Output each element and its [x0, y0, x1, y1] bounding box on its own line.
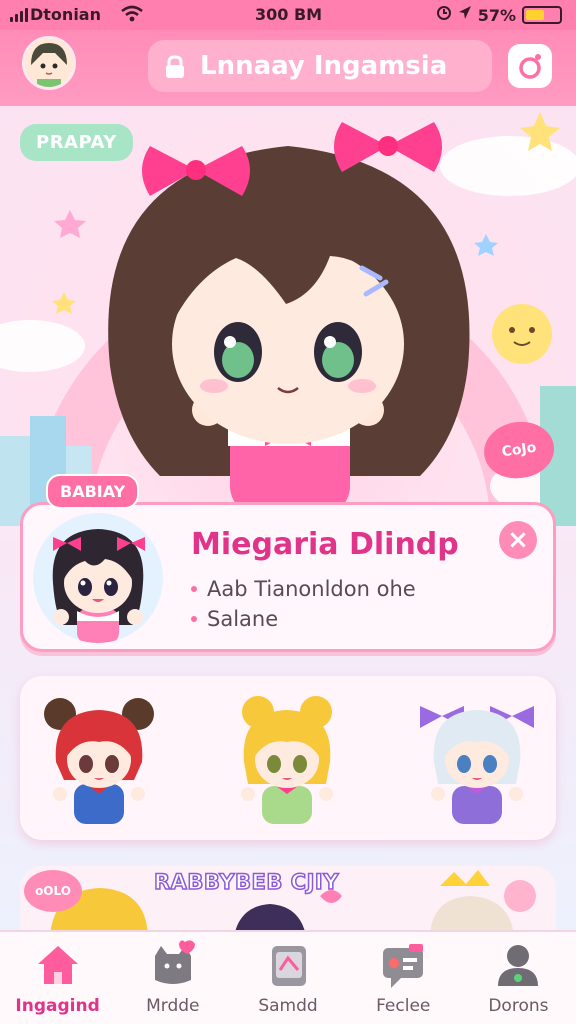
app-header: Lnnaay Ingamsia [0, 30, 576, 106]
avatar[interactable] [22, 36, 76, 90]
camera-button[interactable] [508, 44, 552, 88]
bottom-nav: Ingagind Mrdde Samdd Feclee Dorons [0, 930, 576, 1024]
home-icon [34, 940, 82, 990]
battery-fill [526, 10, 544, 20]
friend-blonde-bun[interactable] [222, 682, 352, 832]
profile-icon [494, 940, 542, 990]
friend-red-bear-ears[interactable] [34, 682, 164, 832]
profile-name: Miegaria Dlindp [191, 527, 459, 562]
featured-strip[interactable]: oOLO RABBYBEB CJIY [20, 866, 556, 936]
nav-item-middle[interactable]: Mrdde [115, 932, 230, 1024]
battery-icon [522, 6, 562, 24]
search-bar[interactable]: Lnnaay Ingamsia [148, 40, 492, 92]
profile-tag: BABIAY [46, 474, 140, 509]
nav-label: Mrdde [146, 996, 200, 1016]
profile-avatar [33, 513, 163, 643]
nav-label: Dorons [488, 996, 549, 1016]
nav-label: Samdd [258, 996, 318, 1016]
search-text: Lnnaay Ingamsia [200, 51, 448, 81]
nav-item-saved[interactable]: Samdd [230, 932, 345, 1024]
camera-icon [519, 54, 541, 79]
strip-title: RABBYBEB CJIY [153, 869, 339, 895]
hero-banner: PRAPAY CoJo [0, 106, 576, 526]
strip-chip[interactable]: oOLO [24, 870, 82, 912]
nav-item-feed[interactable]: Feclee [346, 932, 461, 1024]
wifi-icon [120, 4, 144, 28]
nav-label: Feclee [376, 996, 431, 1016]
profile-card[interactable]: Miegaria Dlindp Aab Tianonldon ohe Salan… [20, 502, 556, 652]
nav-item-home[interactable]: Ingagind [0, 932, 115, 1024]
chibi-girl-icon [52, 529, 145, 643]
profile-details: Aab Tianonldon ohe Salane [191, 577, 416, 637]
nav-label: Ingagind [15, 996, 100, 1016]
profile-detail-line: Aab Tianonldon ohe [191, 577, 416, 601]
friends-card [20, 676, 556, 840]
alarm-icon [436, 5, 452, 25]
friend-silver-purple-bow[interactable] [412, 682, 542, 832]
status-bar: Dtonian 300 BM 57% [0, 0, 576, 30]
hero-tag[interactable]: PRAPAY [20, 124, 133, 161]
nav-item-profile[interactable]: Dorons [461, 932, 576, 1024]
close-button[interactable]: × [499, 521, 537, 559]
cat-icon [149, 940, 197, 990]
card-icon [264, 940, 312, 990]
location-icon [458, 5, 472, 25]
carrier-name: Dtonian [30, 5, 101, 24]
profile-detail-line: Salane [191, 607, 416, 631]
signal-icon [10, 8, 28, 22]
chat-icon [379, 940, 427, 990]
clock-time: 300 BM [255, 5, 323, 24]
lock-icon [164, 55, 186, 78]
avatar-icon [25, 39, 73, 87]
close-icon: × [507, 525, 529, 555]
battery-percent: 57% [477, 5, 516, 25]
